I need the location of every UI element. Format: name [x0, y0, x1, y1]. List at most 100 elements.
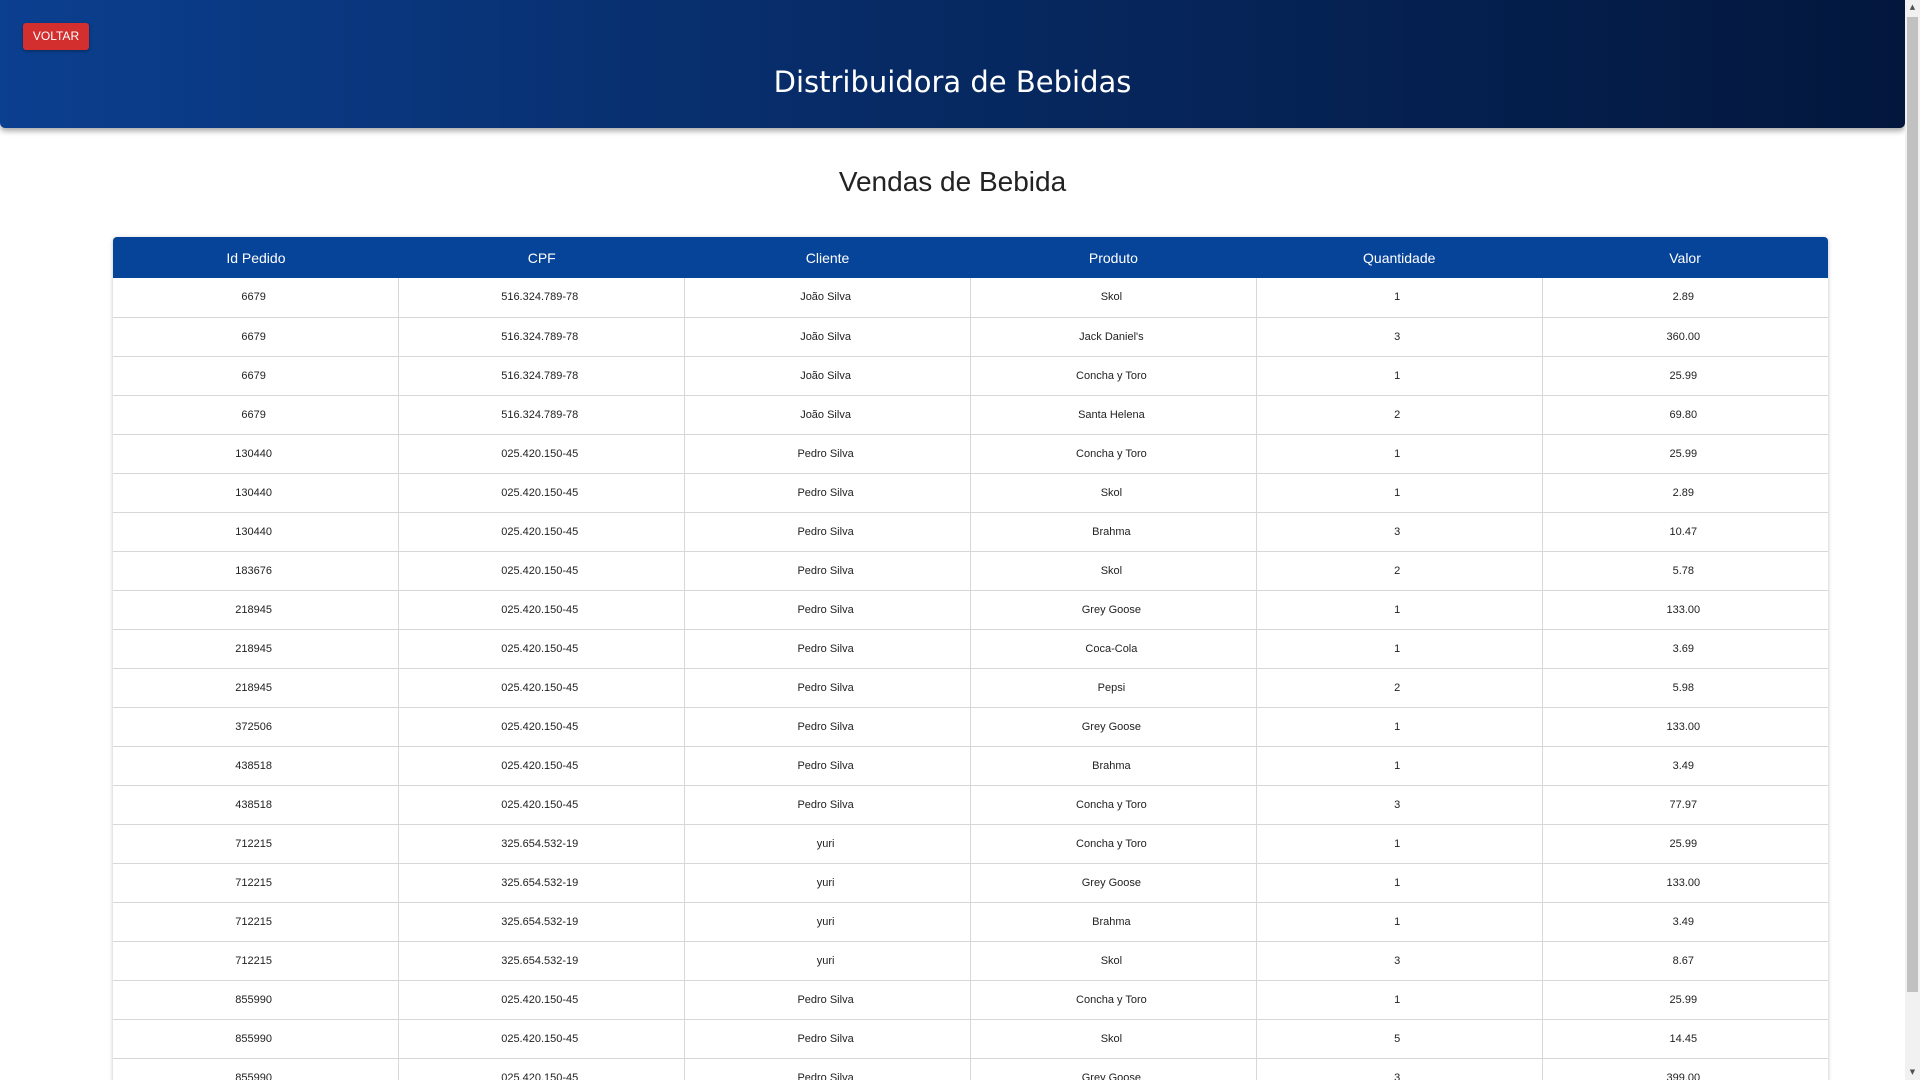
cell-produto: Grey Goose: [970, 707, 1257, 747]
cell-cliente: yuri: [684, 941, 971, 981]
cell-quantidade: 1: [1256, 863, 1543, 903]
cell-cliente: Pedro Silva: [684, 1019, 971, 1059]
scroll-down-arrow-icon[interactable]: ▼: [1905, 1065, 1920, 1080]
back-button[interactable]: VOLTAR: [23, 23, 89, 50]
cell-valor: 25.99: [1542, 980, 1828, 1020]
table-row: 218945 025.420.150-45 Pedro Silva Pepsi 2 5.9…: [113, 668, 1828, 708]
cell-id-pedido: 6679: [113, 356, 400, 396]
sales-table: Id Pedido CPF Cliente Produto Quantidade…: [113, 237, 1828, 1080]
cell-cliente: João Silva: [684, 317, 971, 357]
cell-produto: Santa Helena: [970, 395, 1257, 435]
vertical-scrollbar[interactable]: ▲ ▼: [1905, 0, 1920, 1080]
table-row: 6679 516.324.789-78 João Silva Santa Helena…: [113, 395, 1828, 435]
cell-valor: 5.98: [1542, 668, 1828, 708]
cell-quantidade: 3: [1256, 1058, 1543, 1080]
cell-produto: Brahma: [970, 746, 1257, 786]
cell-valor: 25.99: [1542, 824, 1828, 864]
cell-cliente: Pedro Silva: [684, 590, 971, 630]
cell-produto: Skol: [970, 1019, 1257, 1059]
page-title: Vendas de Bebida: [838, 166, 1067, 197]
cell-cpf: 025.420.150-45: [398, 707, 686, 747]
cell-valor: 2.89: [1542, 278, 1828, 318]
cell-produto: Concha y Toro: [970, 356, 1257, 396]
cell-produto: Coca-Cola: [970, 629, 1257, 669]
cell-cliente: yuri: [684, 863, 971, 903]
cell-quantidade: 1: [1256, 746, 1543, 786]
cell-cliente: Pedro Silva: [684, 551, 971, 591]
cell-id-pedido: 218945: [113, 629, 400, 669]
table-row: 6679 516.324.789-78 João Silva Skol 1 2.89: [113, 278, 1828, 318]
cell-id-pedido: 130440: [113, 434, 400, 474]
table-row: 712215 325.654.532-19 yuri Grey Goose 1 133.0…: [113, 863, 1828, 903]
cell-produto: Concha y Toro: [970, 434, 1257, 474]
cell-valor: 3.49: [1542, 902, 1828, 942]
cell-valor: 77.97: [1542, 785, 1828, 825]
table-row: 372506 025.420.150-45 Pedro Silva Grey Goos…: [113, 707, 1828, 747]
cell-quantidade: 1: [1256, 902, 1543, 942]
cell-id-pedido: 218945: [113, 590, 400, 630]
cell-cpf: 516.324.789-78: [398, 395, 686, 435]
cell-cpf: 025.420.150-45: [398, 980, 686, 1020]
cell-quantidade: 5: [1256, 1019, 1543, 1059]
table-header: Id Pedido CPF Cliente Produto Quantidade…: [113, 237, 1828, 278]
cell-produto: Grey Goose: [970, 1058, 1257, 1080]
cell-id-pedido: 438518: [113, 746, 400, 786]
cell-cliente: Pedro Silva: [684, 434, 971, 474]
table-row: 183676 025.420.150-45 Pedro Silva Skol 2 5.78: [113, 551, 1828, 591]
cell-cpf: 325.654.532-19: [398, 941, 686, 981]
cell-produto: Concha y Toro: [970, 980, 1257, 1020]
cell-cliente: Pedro Silva: [684, 707, 971, 747]
cell-cliente: Pedro Silva: [684, 668, 971, 708]
cell-cpf: 025.420.150-45: [398, 629, 686, 669]
cell-id-pedido: 712215: [113, 941, 400, 981]
cell-produto: Skol: [970, 941, 1257, 981]
cell-cpf: 516.324.789-78: [398, 356, 686, 396]
cell-produto: Concha y Toro: [970, 785, 1257, 825]
table-row: 712215 325.654.532-19 yuri Skol 3 8.67: [113, 941, 1828, 981]
page: VOLTAR Distribuidora de Bebidas Vendas d…: [0, 0, 1905, 1080]
cell-id-pedido: 855990: [113, 1019, 400, 1059]
table-row: 6679 516.324.789-78 João Silva Concha y Tor…: [113, 356, 1828, 396]
cell-cpf: 025.420.150-45: [398, 785, 686, 825]
cell-cliente: João Silva: [684, 356, 971, 396]
cell-id-pedido: 6679: [113, 317, 400, 357]
cell-produto: Brahma: [970, 902, 1257, 942]
cell-cliente: Pedro Silva: [684, 1058, 971, 1080]
cell-cpf: 025.420.150-45: [398, 473, 686, 513]
table-row: 6679 516.324.789-78 João Silva Jack Daniel'…: [113, 317, 1828, 357]
cell-cpf: 025.420.150-45: [398, 1019, 686, 1059]
table-row: 130440 025.420.150-45 Pedro Silva Concha y …: [113, 434, 1828, 474]
column-header-cpf: CPF: [527, 249, 556, 266]
scrollbar-thumb[interactable]: [1907, 17, 1918, 992]
column-header-id-pedido: Id Pedido: [226, 249, 286, 266]
cell-cliente: João Silva: [684, 278, 971, 318]
cell-id-pedido: 6679: [113, 278, 400, 318]
cell-quantidade: 1: [1256, 278, 1543, 318]
cell-id-pedido: 712215: [113, 863, 400, 903]
column-header-valor: Valor: [1669, 249, 1701, 266]
cell-cliente: Pedro Silva: [684, 746, 971, 786]
cell-id-pedido: 372506: [113, 707, 400, 747]
cell-id-pedido: 855990: [113, 980, 400, 1020]
cell-id-pedido: 855990: [113, 1058, 400, 1080]
cell-cliente: Pedro Silva: [684, 473, 971, 513]
cell-quantidade: 1: [1256, 473, 1543, 513]
table-row: 130440 025.420.150-45 Pedro Silva Brahma 3 10…: [113, 512, 1828, 552]
cell-id-pedido: 438518: [113, 785, 400, 825]
cell-valor: 25.99: [1542, 356, 1828, 396]
cell-produto: Jack Daniel's: [970, 317, 1257, 357]
cell-cpf: 325.654.532-19: [398, 902, 686, 942]
cell-cpf: 325.654.532-19: [398, 824, 686, 864]
table-row: 855990 025.420.150-45 Pedro Silva Grey Goos…: [113, 1058, 1828, 1080]
scroll-up-arrow-icon[interactable]: ▲: [1905, 0, 1920, 15]
cell-valor: 14.45: [1542, 1019, 1828, 1059]
table-row: 218945 025.420.150-45 Pedro Silva Coca-Cola…: [113, 629, 1828, 669]
cell-produto: Skol: [970, 278, 1257, 318]
cell-valor: 2.89: [1542, 473, 1828, 513]
cell-quantidade: 3: [1256, 512, 1543, 552]
cell-quantidade: 1: [1256, 590, 1543, 630]
table-row: 438518 025.420.150-45 Pedro Silva Brahma 1 3.…: [113, 746, 1828, 786]
cell-quantidade: 1: [1256, 356, 1543, 396]
cell-cpf: 025.420.150-45: [398, 590, 686, 630]
table-body: 6679 516.324.789-78 João Silva Skol 1 2.89 667…: [113, 278, 1828, 1080]
